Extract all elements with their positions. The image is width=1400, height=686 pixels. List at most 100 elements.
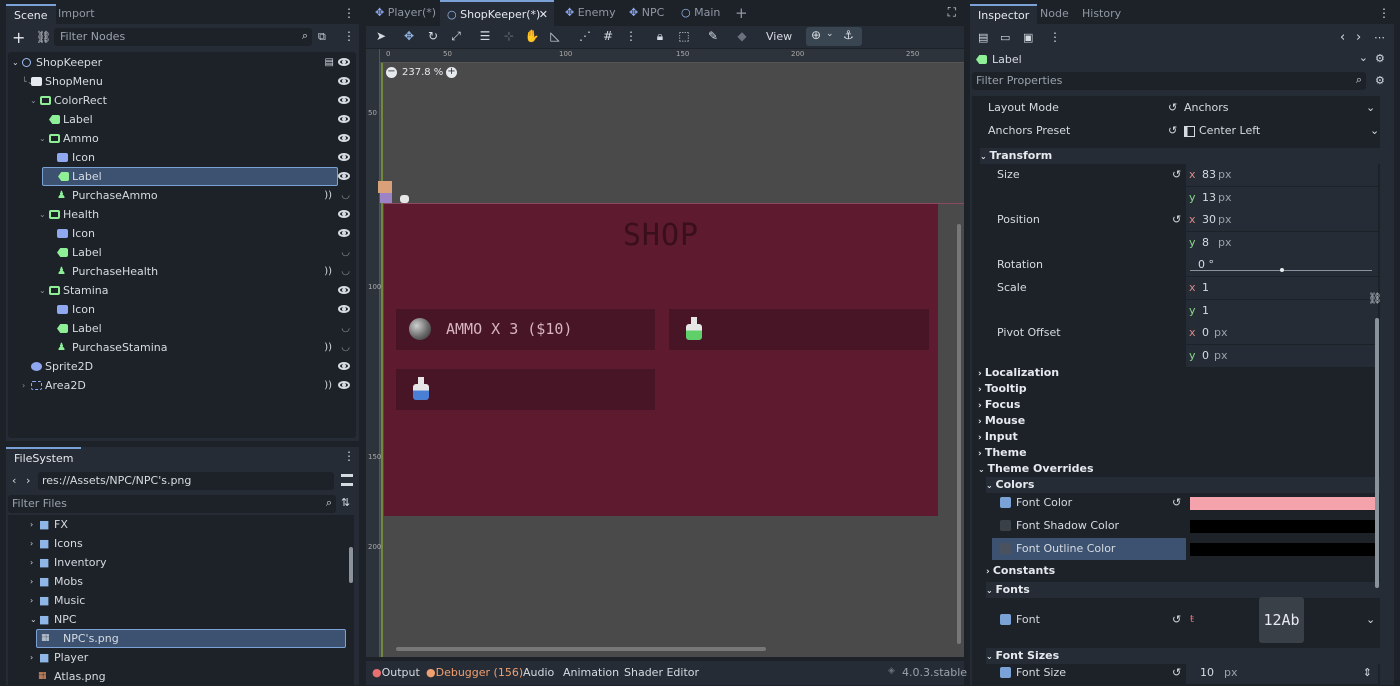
scene-more-icon[interactable]: ⋮: [343, 29, 355, 43]
rotate-tool-icon[interactable]: ↻: [424, 28, 442, 44]
history-back-icon[interactable]: ‹: [1340, 30, 1345, 45]
slider-handle[interactable]: [1280, 268, 1284, 272]
file-item-selected[interactable]: ▦ NPC's.png: [36, 629, 346, 648]
tree-node-colorrect[interactable]: ⌄ ColorRect: [8, 91, 356, 110]
tree-node-purchasehealth[interactable]: ♟ PurchaseHealth )) ◡: [8, 262, 356, 281]
visibility-hidden-icon[interactable]: ◡: [341, 319, 350, 338]
visibility-icon[interactable]: [338, 134, 350, 142]
font-shadow-checkbox[interactable]: [1000, 520, 1011, 531]
scale-x-field[interactable]: x 1: [1186, 277, 1378, 299]
fonts-subsection[interactable]: ⌄ Fonts: [986, 582, 1380, 598]
tab-shopkeeper[interactable]: ○ ShopKeeper(*) ✕: [440, 0, 554, 26]
theme-overrides-section[interactable]: ⌄ Theme Overrides: [978, 461, 1380, 477]
move-tool-icon[interactable]: ✥: [400, 28, 418, 44]
folder-item[interactable]: › ■ Icons: [8, 534, 354, 553]
tree-node-sprite2d[interactable]: Sprite2D: [8, 357, 356, 376]
pivot-tool-icon[interactable]: ⊹: [500, 28, 518, 44]
viewport-vscroll[interactable]: [957, 224, 961, 644]
rotation-slider[interactable]: 0 °: [1186, 254, 1378, 276]
visibility-toggle-icon[interactable]: ◆: [733, 28, 751, 44]
tree-node-label[interactable]: Label: [8, 110, 356, 129]
chevron-down-icon[interactable]: ⌄: [1366, 609, 1375, 631]
layout-mode-select[interactable]: Anchors: [1184, 97, 1229, 119]
file-item[interactable]: ▦ Atlas.png: [8, 667, 354, 686]
scale-y-field[interactable]: y 1: [1186, 300, 1378, 322]
stamina-slot[interactable]: [396, 369, 655, 410]
tree-node-purchaseammo[interactable]: ♟ PurchaseAmmo )) ◡: [8, 186, 356, 205]
tree-node-icon[interactable]: Icon: [8, 224, 356, 243]
visibility-icon[interactable]: [338, 210, 350, 218]
pivot-x-field[interactable]: x 0 px: [1186, 322, 1378, 344]
visibility-icon[interactable]: [338, 58, 350, 66]
constants-subsection[interactable]: › Constants: [986, 563, 1380, 579]
save-resource-icon[interactable]: ▣: [1023, 31, 1033, 44]
revert-icon[interactable]: ↺: [1172, 609, 1181, 631]
node-selector[interactable]: Label ⌄: [974, 51, 1370, 69]
health-slot[interactable]: [669, 309, 929, 350]
shader-editor-tab[interactable]: Shader Editor: [624, 666, 699, 679]
chevron-down-icon[interactable]: ⌄: [1366, 97, 1375, 119]
folder-item[interactable]: › ■ Player: [8, 648, 354, 667]
colors-subsection[interactable]: ⌄ Colors: [986, 477, 1380, 493]
forward-icon[interactable]: ›: [26, 474, 30, 487]
output-tab[interactable]: ●Output: [372, 666, 420, 679]
revert-icon[interactable]: ↺: [1172, 492, 1181, 514]
tree-node-shopkeeper[interactable]: ⌄ ShopKeeper ▤: [8, 53, 356, 72]
object-properties-icon[interactable]: ⋯: [1374, 31, 1385, 44]
audio-tab[interactable]: Audio: [523, 666, 554, 679]
filesystem-menu-icon[interactable]: ⋮: [343, 449, 355, 463]
tree-node-purchasestamina[interactable]: ♟ PurchaseStamina )) ◡: [8, 338, 356, 357]
revert-icon[interactable]: ↺: [1168, 120, 1177, 142]
position-y-field[interactable]: y 8 px: [1186, 232, 1378, 254]
visibility-icon[interactable]: [338, 96, 350, 104]
visibility-icon[interactable]: [338, 381, 350, 389]
visibility-hidden-icon[interactable]: ◡: [341, 338, 350, 357]
zoom-in-icon[interactable]: +: [446, 67, 457, 78]
visibility-icon[interactable]: [338, 305, 350, 313]
anchors-preset-select[interactable]: Center Left: [1199, 120, 1260, 142]
node-info-icon[interactable]: ⚙: [1375, 52, 1385, 65]
visibility-icon[interactable]: [338, 153, 350, 161]
visibility-hidden-icon[interactable]: ◡: [341, 186, 350, 205]
font-size-checkbox[interactable]: [1000, 667, 1011, 678]
font-preview[interactable]: 12Ab: [1259, 597, 1304, 643]
pivot-y-field[interactable]: y 0 px: [1186, 345, 1378, 367]
animation-tab[interactable]: Animation: [563, 666, 619, 679]
visibility-icon[interactable]: [338, 286, 350, 294]
visibility-icon[interactable]: [338, 77, 350, 85]
property-settings-icon[interactable]: ⚙: [1375, 74, 1385, 87]
signal-icon[interactable]: )): [324, 376, 332, 395]
signal-icon[interactable]: )): [324, 262, 332, 281]
add-node-icon[interactable]: +: [12, 28, 25, 47]
visibility-hidden-icon[interactable]: ◡: [341, 243, 350, 262]
fullscreen-icon[interactable]: ⛶: [948, 5, 956, 20]
folder-item[interactable]: › ■ FX: [8, 515, 354, 534]
size-y-field[interactable]: y 13 px: [1186, 187, 1378, 209]
link-icon[interactable]: ⛓: [1368, 292, 1382, 305]
close-icon[interactable]: ✕: [539, 2, 548, 28]
mouse-section[interactable]: › Mouse: [978, 413, 1380, 429]
grid-snap-icon[interactable]: #: [599, 28, 617, 44]
revert-icon[interactable]: ↺: [1172, 209, 1181, 231]
tab-inspector[interactable]: Inspector: [970, 4, 1038, 24]
filesystem-tab[interactable]: FileSystem: [6, 447, 82, 467]
localization-section[interactable]: › Localization: [978, 365, 1380, 381]
zoom-level[interactable]: 237.8 %: [402, 67, 443, 78]
back-icon[interactable]: ‹: [12, 474, 16, 487]
tab-node[interactable]: Node: [1040, 4, 1069, 24]
font-size-field[interactable]: 10 px ⇕: [1186, 662, 1378, 684]
tab-scene[interactable]: Scene: [6, 4, 56, 24]
path-field[interactable]: res://Assets/NPC/NPC's.png: [38, 472, 334, 490]
revert-icon[interactable]: ↺: [1172, 662, 1181, 684]
folder-item[interactable]: › ■ Music: [8, 591, 354, 610]
debugger-tab[interactable]: ●Debugger (156): [426, 666, 523, 679]
tab-player[interactable]: ✥ Player(*): [368, 0, 443, 26]
font-color-checkbox[interactable]: [1000, 497, 1011, 508]
viewport[interactable]: 0 50 100 150 200 250 50 100 150 200 − 23…: [366, 49, 964, 657]
inspector-menu-icon[interactable]: ⋮: [1378, 6, 1390, 20]
position-x-field[interactable]: x 30 px: [1186, 209, 1378, 231]
tree-node-stamina[interactable]: ⌄ Stamina: [8, 281, 356, 300]
folder-item[interactable]: › ■ Mobs: [8, 572, 354, 591]
lock-icon[interactable]: 🔒︎: [651, 28, 669, 44]
font-outline-swatch[interactable]: [1190, 543, 1375, 556]
